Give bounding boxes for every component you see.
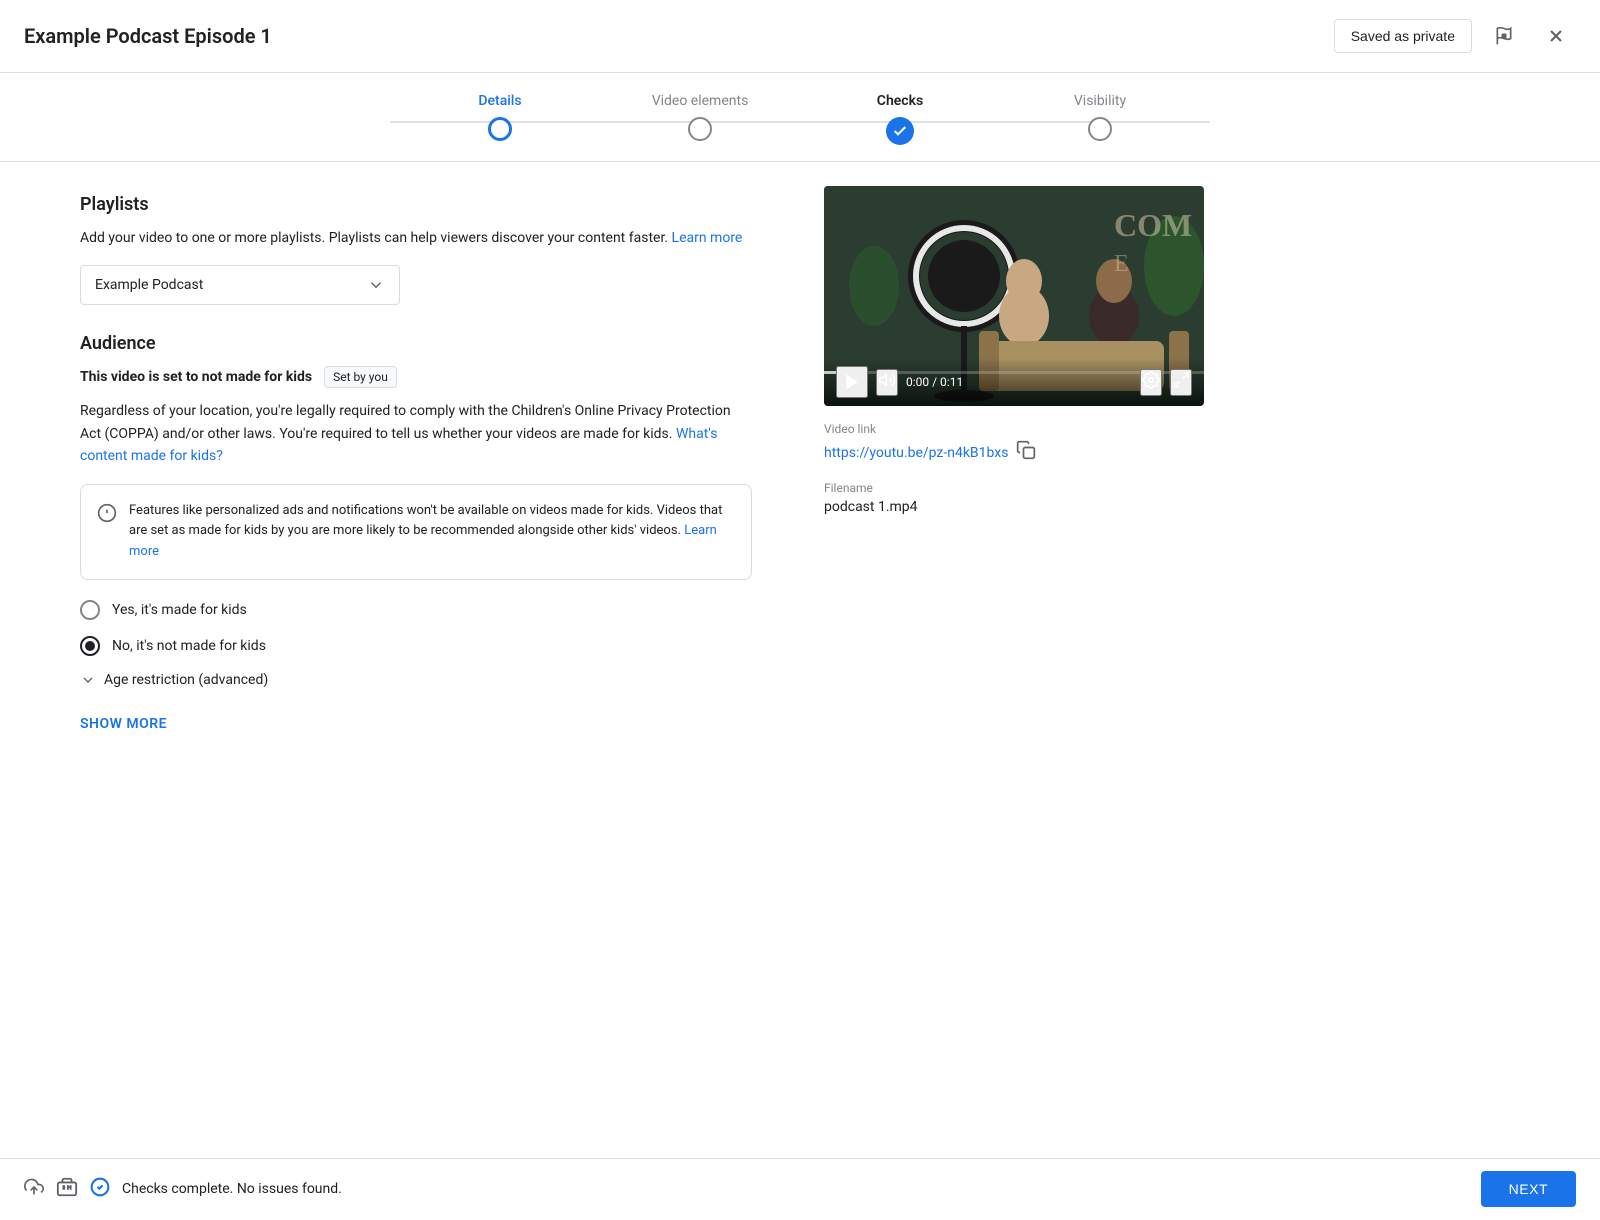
radio-made-for-kids-label: Yes, it's made for kids: [112, 602, 247, 618]
video-link-url[interactable]: https://youtu.be/pz-n4kB1bxs: [824, 445, 1008, 461]
svg-text:E: E: [1114, 251, 1129, 277]
radio-not-made-for-kids-circle: [80, 636, 100, 656]
checks-complete-icon: [90, 1177, 110, 1202]
video-link-row: https://youtu.be/pz-n4kB1bxs: [824, 440, 1196, 465]
audience-section: Audience This video is set to not made f…: [80, 333, 752, 688]
filename-section: Filename podcast 1.mp4: [824, 481, 1196, 515]
filename-value: podcast 1.mp4: [824, 499, 1196, 515]
dropdown-chevron-icon: [367, 276, 385, 294]
step-checks[interactable]: Checks: [800, 93, 1000, 145]
playlists-title: Playlists: [80, 194, 752, 215]
footer-left: Checks complete. No issues found.: [24, 1176, 342, 1203]
step-video-elements-label: Video elements: [652, 93, 749, 109]
step-video-elements[interactable]: Video elements: [600, 93, 800, 141]
copy-link-button[interactable]: [1016, 440, 1036, 465]
audience-badge-row: This video is set to not made for kids S…: [80, 366, 752, 388]
playlists-desc: Add your video to one or more playlists.…: [80, 227, 752, 249]
video-settings-button[interactable]: [1140, 369, 1162, 396]
step-details-circle: [488, 117, 512, 141]
playlist-dropdown[interactable]: Example Podcast: [80, 265, 400, 305]
fullscreen-button[interactable]: [1170, 369, 1192, 396]
playlists-learn-more[interactable]: Learn more: [672, 230, 743, 246]
set-by-you-badge: Set by you: [324, 366, 397, 388]
video-quality-icon: [56, 1176, 78, 1203]
video-link-section: Video link https://youtu.be/pz-n4kB1bxs: [824, 422, 1196, 465]
step-visibility[interactable]: Visibility: [1000, 93, 1200, 141]
filename-label: Filename: [824, 481, 1196, 495]
stepper: Details Video elements Checks Visibility: [0, 73, 1600, 162]
video-link-label: Video link: [824, 422, 1196, 436]
age-restriction-label: Age restriction (advanced): [104, 672, 268, 688]
audience-title: Audience: [80, 333, 752, 354]
close-button[interactable]: [1536, 16, 1576, 56]
step-checks-circle: [886, 117, 914, 145]
playlists-section: Playlists Add your video to one or more …: [80, 194, 752, 305]
radio-made-for-kids[interactable]: Yes, it's made for kids: [80, 600, 752, 620]
playlist-selected-value: Example Podcast: [95, 277, 203, 293]
video-preview: COM E: [824, 186, 1204, 406]
step-video-elements-circle: [688, 117, 712, 141]
step-details[interactable]: Details: [400, 93, 600, 141]
main-content: Playlists Add your video to one or more …: [0, 162, 1600, 1159]
radio-not-made-for-kids-label: No, it's not made for kids: [112, 638, 266, 654]
radio-not-made-for-kids-dot: [85, 641, 95, 651]
show-more-button[interactable]: SHOW MORE: [80, 716, 167, 732]
audience-info-box: Features like personalized ads and notif…: [80, 484, 752, 580]
step-details-label: Details: [478, 93, 521, 109]
footer: Checks complete. No issues found. NEXT: [0, 1158, 1600, 1219]
radio-not-made-for-kids[interactable]: No, it's not made for kids: [80, 636, 752, 656]
flag-icon: [1494, 26, 1514, 46]
step-visibility-circle: [1088, 117, 1112, 141]
video-time: 0:00 / 0:11: [906, 375, 1132, 389]
settings-icon: [1142, 371, 1160, 389]
age-restriction-toggle[interactable]: Age restriction (advanced): [80, 672, 752, 688]
audience-badge-text: This video is set to not made for kids: [80, 369, 312, 385]
play-button[interactable]: [836, 366, 868, 398]
header-actions: Saved as private: [1334, 16, 1576, 56]
next-button[interactable]: NEXT: [1481, 1171, 1576, 1207]
radio-made-for-kids-circle: [80, 600, 100, 620]
fullscreen-icon: [1172, 371, 1190, 389]
info-icon: [97, 503, 117, 563]
play-icon: [842, 372, 862, 392]
video-controls: 0:00 / 0:11: [824, 358, 1204, 406]
audience-description: Regardless of your location, you're lega…: [80, 400, 752, 467]
copy-icon: [1016, 440, 1036, 460]
info-box-text: Features like personalized ads and notif…: [129, 501, 735, 563]
header: Example Podcast Episode 1 Saved as priva…: [0, 0, 1600, 73]
left-panel: Playlists Add your video to one or more …: [0, 162, 800, 1159]
volume-icon: [878, 371, 896, 389]
check-icon: [892, 123, 908, 139]
right-panel: COM E: [800, 162, 1220, 1159]
step-visibility-label: Visibility: [1074, 93, 1126, 109]
svg-text:COM: COM: [1114, 207, 1192, 243]
age-restriction-chevron-icon: [80, 672, 96, 688]
upload-icon: [24, 1177, 44, 1202]
close-icon: [1546, 26, 1566, 46]
saved-as-private-button[interactable]: Saved as private: [1334, 19, 1472, 53]
footer-status-text: Checks complete. No issues found.: [122, 1181, 342, 1197]
step-checks-label: Checks: [877, 93, 923, 109]
flag-button[interactable]: [1484, 16, 1524, 56]
volume-button[interactable]: [876, 369, 898, 396]
page-title: Example Podcast Episode 1: [24, 24, 272, 48]
